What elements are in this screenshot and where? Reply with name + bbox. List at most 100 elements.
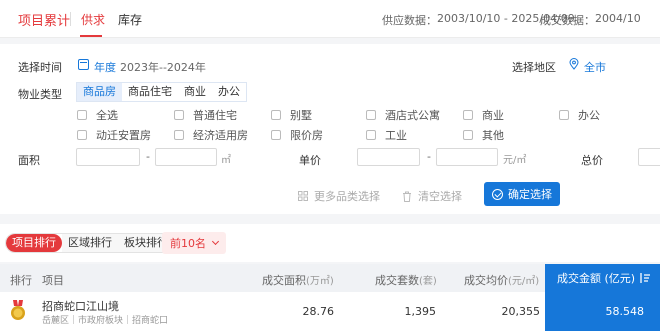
col-avg-price-unit: (元/㎡)	[508, 276, 540, 287]
ranking-bar: 项目排行 区域排行 板块排行 前10名	[0, 224, 660, 262]
checkbox-office[interactable]: 办公	[559, 107, 600, 123]
checkbox-label: 商业	[482, 109, 504, 122]
checkbox-select-all[interactable]: 全选	[77, 107, 118, 123]
checkbox-box[interactable]	[77, 130, 87, 140]
table-header: 排行 项目 成交面积(万㎡) 成交套数(套) 成交均价(元/㎡) 成交金额 (亿…	[0, 264, 660, 292]
cell-deal-sets: 1,395	[404, 305, 437, 318]
checkbox-label: 别墅	[290, 109, 312, 122]
checkbox-box[interactable]	[463, 130, 473, 140]
checkbox-label: 酒店式公寓	[385, 109, 440, 122]
checkbox-commercial[interactable]: 商业	[463, 107, 504, 123]
check-circle-icon	[492, 188, 503, 200]
top-n-value: 前10名	[170, 237, 206, 250]
project-name-link[interactable]: 招商蛇口江山境	[42, 298, 119, 314]
checkbox-label: 动迁安置房	[96, 129, 151, 142]
tab-district-ranking[interactable]: 区域排行	[62, 234, 118, 252]
price-min-input[interactable]	[357, 148, 420, 166]
checkbox-label: 限价房	[290, 129, 323, 142]
table-row[interactable]: 招商蛇口江山境 岳麓区｜市政府板块｜招商蛇口 28.76 1,395 20,35…	[0, 292, 660, 331]
checkbox-box[interactable]	[366, 130, 376, 140]
medal-icon	[11, 300, 25, 320]
checkbox-label: 全选	[96, 109, 118, 122]
col-deal-area[interactable]: 成交面积(万㎡)	[262, 272, 334, 288]
ptype-tab-commercial[interactable]: 商业	[178, 83, 212, 101]
area-unit: ㎡	[221, 155, 231, 166]
checkbox-price-limited-housing[interactable]: 限价房	[271, 127, 323, 143]
total-min-input[interactable]	[638, 148, 660, 166]
region-selector[interactable]: 全市	[584, 59, 606, 75]
checkbox-resettlement-housing[interactable]: 动迁安置房	[77, 127, 151, 143]
more-categories-button[interactable]: 更多品类选择	[298, 188, 380, 204]
property-type-tabs: 商品房 商品住宅 商业 办公	[76, 82, 247, 102]
col-rank: 排行	[10, 274, 32, 287]
sort-icon[interactable]	[640, 272, 651, 284]
supply-data-label: 供应数据：	[382, 14, 437, 27]
deal-data-label: 成交数据：	[540, 14, 595, 27]
checkbox-label: 普通住宅	[193, 109, 237, 122]
col-deal-area-label: 成交面积	[262, 274, 306, 287]
tab-project-cumulative[interactable]: 项目累计	[18, 10, 70, 29]
divider	[70, 12, 71, 26]
col-deal-amount-label: 成交金额 (亿元)	[557, 272, 636, 285]
checkbox-box[interactable]	[77, 110, 87, 120]
area-max-input[interactable]	[155, 148, 217, 166]
project-location: 岳麓区｜市政府板块｜招商蛇口	[42, 316, 169, 326]
confirm-selection-button[interactable]: 确定选择	[484, 182, 560, 206]
col-avg-price-label: 成交均价	[464, 274, 508, 287]
checkbox-box[interactable]	[463, 110, 473, 120]
top-n-dropdown[interactable]: 前10名	[162, 232, 226, 254]
checkbox-serviced-apartment[interactable]: 酒店式公寓	[366, 107, 440, 123]
checkbox-box[interactable]	[366, 110, 376, 120]
calendar-icon[interactable]	[78, 59, 89, 70]
area-label: 面积	[18, 154, 40, 167]
checkbox-affordable-housing[interactable]: 经济适用房	[174, 127, 248, 143]
col-avg-price[interactable]: 成交均价(元/㎡)	[464, 272, 539, 288]
tab-project-ranking[interactable]: 项目排行	[6, 234, 62, 252]
top-bar: 项目累计 供求 库存 供应数据： 2003/10/10 - 2025/04/09…	[0, 0, 660, 38]
col-deal-sets-label: 成交套数	[375, 274, 419, 287]
col-deal-sets[interactable]: 成交套数(套)	[375, 272, 437, 288]
unit-price-label: 单价	[299, 154, 321, 167]
range-separator: -	[427, 150, 431, 163]
cell-avg-price: 20,355	[501, 305, 541, 318]
filter-panel: 选择时间 年度 2023年--2024年 选择地区 全市 物业类型 商品房 商品…	[0, 44, 660, 214]
cell-deal-area: 28.76	[302, 305, 335, 318]
checkbox-box[interactable]	[271, 130, 281, 140]
checkbox-label: 办公	[578, 109, 600, 122]
checkbox-label: 经济适用房	[193, 129, 248, 142]
clear-selection-label: 清空选择	[418, 190, 462, 203]
time-unit-selector[interactable]: 年度	[94, 59, 116, 75]
col-project: 项目	[42, 274, 64, 287]
col-deal-amount[interactable]: 成交金额 (亿元)	[545, 264, 660, 292]
checkbox-villa[interactable]: 别墅	[271, 107, 312, 123]
checkbox-other[interactable]: 其他	[463, 127, 504, 143]
checkbox-box[interactable]	[271, 110, 281, 120]
checkbox-label: 工业	[385, 129, 407, 142]
tab-supply-demand[interactable]: 供求	[81, 11, 105, 28]
checkbox-box[interactable]	[559, 110, 569, 120]
col-deal-area-unit: (万㎡)	[306, 276, 334, 287]
range-separator: -	[146, 150, 150, 163]
checkbox-box[interactable]	[174, 130, 184, 140]
price-max-input[interactable]	[436, 148, 498, 166]
checkbox-industrial[interactable]: 工业	[366, 127, 407, 143]
deal-data-range: 2004/10	[595, 12, 641, 25]
ptype-tab-commodity-housing[interactable]: 商品房	[77, 83, 122, 101]
confirm-label: 确定选择	[508, 188, 552, 201]
clear-selection-button[interactable]: 清空选择	[402, 188, 462, 204]
grid-icon	[298, 191, 308, 201]
tab-inventory[interactable]: 库存	[118, 11, 142, 28]
checkbox-box[interactable]	[174, 110, 184, 120]
ptype-tab-office[interactable]: 办公	[212, 83, 246, 101]
price-unit: 元/㎡	[503, 155, 527, 166]
property-type-label: 物业类型	[18, 88, 62, 101]
area-min-input[interactable]	[76, 148, 140, 166]
time-label: 选择时间	[18, 61, 62, 74]
cell-deal-amount: 58.548	[545, 292, 660, 331]
ranking-tabs: 项目排行 区域排行 板块排行	[5, 233, 175, 253]
chevron-down-icon	[211, 237, 220, 246]
ptype-tab-residential[interactable]: 商品住宅	[122, 83, 178, 101]
active-tab-indicator	[80, 35, 102, 37]
checkbox-ordinary-residential[interactable]: 普通住宅	[174, 107, 237, 123]
time-range[interactable]: 2023年--2024年	[120, 59, 206, 75]
